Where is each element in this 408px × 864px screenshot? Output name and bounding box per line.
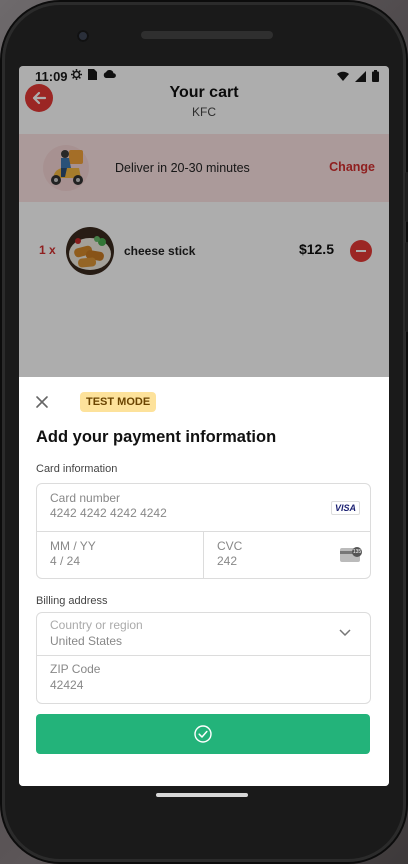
check-circle-icon [194, 725, 212, 743]
payment-title: Add your payment information [36, 428, 277, 446]
card-info-group: Card number 4242 4242 4242 4242 VISA MM … [36, 483, 371, 579]
earpiece-speaker [141, 31, 273, 39]
visa-brand-icon: VISA [330, 501, 360, 515]
zip-value: 42424 [50, 678, 84, 692]
battery-icon [372, 70, 379, 82]
cvc-field[interactable]: CVC 242 135 [204, 532, 370, 578]
payment-sheet: TEST MODE Add your payment information C… [19, 377, 389, 786]
zip-label: ZIP Code [50, 662, 101, 676]
cloud-icon [103, 69, 116, 78]
close-icon[interactable] [33, 393, 51, 411]
test-mode-badge: TEST MODE [80, 392, 157, 412]
sim-card-icon [88, 69, 97, 80]
zip-field[interactable]: ZIP Code 42424 [37, 656, 370, 703]
front-camera [77, 30, 89, 42]
card-number-field[interactable]: Card number 4242 4242 4242 4242 VISA [37, 484, 370, 531]
home-indicator[interactable] [156, 793, 248, 797]
cvc-digits-badge: 135 [352, 547, 362, 557]
expiry-label: MM / YY [50, 539, 96, 553]
card-section-label: Card information [36, 463, 118, 475]
card-number-value: 4242 4242 4242 4242 [50, 506, 167, 520]
expiry-value: 4 / 24 [50, 554, 81, 568]
cvc-value: 242 [217, 554, 238, 568]
expiry-field[interactable]: MM / YY 4 / 24 [37, 532, 203, 578]
signal-icon [355, 70, 366, 82]
country-value: United States [50, 634, 123, 648]
pay-button[interactable] [36, 714, 370, 754]
country-label: Country or region [50, 618, 143, 632]
wifi-icon [337, 71, 349, 81]
billing-group: Country or region United States ZIP Code… [36, 612, 371, 704]
country-select[interactable]: Country or region United States [37, 613, 370, 655]
billing-section-label: Billing address [36, 595, 108, 607]
cvc-label: CVC [217, 539, 243, 553]
card-number-label: Card number [50, 491, 121, 505]
chevron-down-icon [339, 629, 351, 637]
gear-icon [71, 69, 82, 80]
status-time: 11:09 [35, 69, 68, 84]
app-screen: 11:09 Your cart KFC Deliver in 20-30 min… [19, 66, 389, 786]
status-bar: 11:09 [19, 66, 389, 86]
